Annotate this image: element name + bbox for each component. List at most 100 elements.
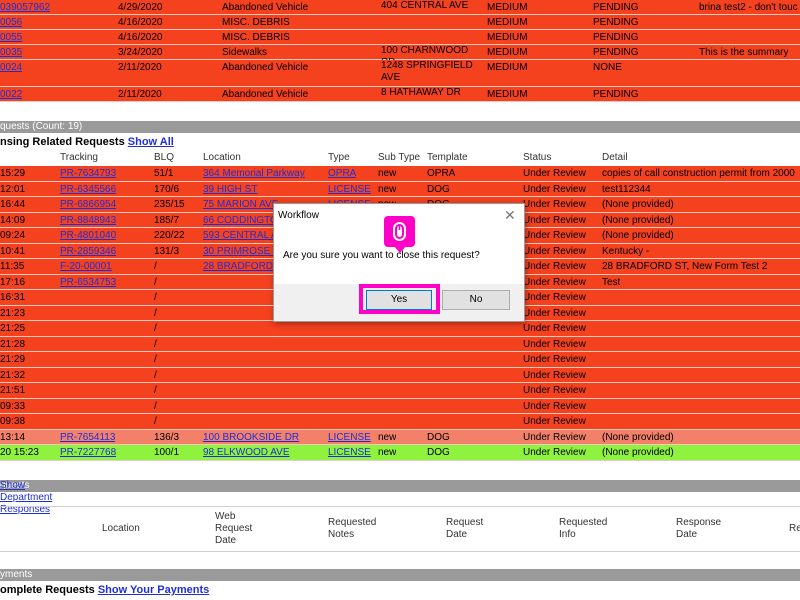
request-row[interactable]: 09:38 / Under Review (0, 414, 800, 430)
row-location[interactable]: 100 BROOKSIDE DR (203, 430, 313, 445)
col-detail[interactable]: Detail (602, 152, 628, 163)
show-all-link[interactable]: Show All (128, 136, 174, 148)
row-blq: / (154, 354, 157, 365)
row-status: Under Review (523, 369, 586, 381)
resp-col-response-date[interactable]: Response Date (676, 517, 736, 541)
col-tracking[interactable]: Tracking (60, 152, 98, 163)
request-row[interactable]: 21:29 / Under Review (0, 352, 800, 368)
row-status: Under Review (523, 416, 586, 427)
resp-col-location[interactable]: Location (102, 523, 140, 534)
row-type[interactable]: OPRA (328, 166, 356, 181)
resp-col-request-date[interactable]: Request Date (446, 517, 496, 541)
top-table-row[interactable]: 0056 4/16/2020 MISC. DEBRIS MEDIUM PENDING (0, 15, 800, 30)
request-row[interactable]: 21:32 / Under Review (0, 367, 800, 383)
row-time: 10:41 (0, 245, 26, 257)
row-blq: / (154, 338, 157, 350)
request-row[interactable]: 13:14 PR-7654113 136/3 100 BROOKSIDE DR LICE… (0, 429, 800, 445)
row-tracking[interactable]: PR-6534753 (60, 275, 116, 290)
request-row[interactable]: 21:25 / Under Review (0, 321, 800, 337)
row-blq: / (154, 385, 157, 396)
resp-col-requested-info[interactable]: Requested Info (559, 517, 619, 541)
request-id[interactable]: 039057962 (0, 0, 50, 15)
request-id[interactable]: 0022 (0, 87, 22, 102)
top-table-row[interactable]: 0024 2/11/2020 Abandoned Vehicle 1248 SPRIN… (0, 60, 800, 87)
row-status: Under Review (523, 292, 586, 303)
row-blq: 136/3 (154, 431, 180, 443)
col-location[interactable]: Location (203, 152, 241, 163)
row-blq: 185/7 (154, 214, 180, 226)
top-table-row[interactable]: 039057962 4/29/2020 Abandoned Vehicle 404 C… (0, 0, 800, 15)
row-location[interactable]: 364 Memorial Parkway (203, 166, 313, 181)
request-status: PENDING (593, 32, 639, 43)
request-row[interactable]: 15:29 PR-7634793 51/1 364 Memorial Parkway O… (0, 166, 800, 182)
row-tracking[interactable]: PR-6345566 (60, 182, 116, 197)
resp-col-web-request-date[interactable]: Web Request Date (215, 511, 275, 547)
row-blq: / (154, 292, 157, 303)
request-status: PENDING (593, 47, 639, 58)
show-your-payments-link[interactable]: Show Your Payments (98, 584, 209, 596)
row-status: Under Review (523, 431, 586, 443)
row-time: 21:51 (0, 385, 26, 396)
row-time: 14:09 (0, 214, 26, 226)
row-location[interactable]: 98 ELKWOOD AVE (203, 445, 313, 460)
row-tracking[interactable]: PR-2859346 (60, 244, 116, 259)
row-tracking[interactable]: PR-7634793 (60, 166, 116, 181)
request-status: NONE (593, 62, 622, 73)
row-detail: copies of call construction permit from … (602, 168, 795, 179)
row-status: Under Review (523, 230, 586, 241)
show-department-responses-link[interactable]: Show Department Responses (0, 480, 52, 516)
related-requests-label: nsing Related Requests (0, 136, 125, 148)
row-template: DOG (427, 183, 450, 195)
col-subtype[interactable]: Sub Type (378, 152, 420, 163)
row-time: 16:44 (0, 199, 26, 210)
row-tracking[interactable]: PR-8848943 (60, 213, 116, 228)
request-row[interactable]: 09:33 / Under Review (0, 398, 800, 414)
request-row[interactable]: 21:28 / Under Review (0, 336, 800, 352)
payments-title: yments (0, 569, 33, 580)
resp-col-requested-notes[interactable]: Requested Notes (328, 517, 388, 541)
row-tracking[interactable]: PR-4801040 (60, 228, 116, 243)
row-type[interactable]: LICENSE (328, 182, 371, 197)
row-blq: 100/1 (154, 447, 180, 458)
complete-requests-title: omplete Requests Show Your Payments (0, 584, 209, 596)
col-status[interactable]: Status (523, 152, 551, 163)
row-type[interactable]: LICENSE (328, 430, 371, 445)
request-priority: MEDIUM (487, 89, 528, 100)
request-id[interactable]: 0055 (0, 30, 22, 45)
resp-col-re[interactable]: Re (789, 523, 800, 534)
close-icon[interactable]: ✕ (504, 207, 516, 224)
row-location[interactable]: 39 HIGH ST (203, 182, 313, 197)
top-table-row[interactable]: 0055 4/16/2020 MISC. DEBRIS MEDIUM PENDING (0, 30, 800, 45)
row-status: Under Review (523, 183, 586, 195)
request-row[interactable]: 21:51 / Under Review (0, 383, 800, 399)
row-time: 21:29 (0, 354, 26, 365)
no-button[interactable]: No (442, 290, 510, 310)
row-tracking[interactable]: PR-6866954 (60, 197, 116, 212)
top-table-row[interactable]: 0022 2/11/2020 Abandoned Vehicle 8 HATHAWAY… (0, 87, 800, 102)
responses-section-header: quests Responses Show Department Respons… (0, 480, 800, 515)
request-date: 3/24/2020 (118, 47, 163, 58)
row-time: 13:14 (0, 431, 26, 443)
row-tracking[interactable]: PR-7654113 (60, 430, 115, 445)
request-priority: MEDIUM (487, 47, 528, 58)
request-id[interactable]: 0056 (0, 15, 22, 30)
row-time: 21:23 (0, 307, 26, 319)
top-table-row[interactable]: 00353/24/2020Sidewalks100 CHARNWOOD RDME… (0, 45, 800, 68)
row-detail: (None provided) (602, 214, 674, 226)
row-blq: 131/3 (154, 245, 180, 257)
request-id[interactable]: 0035 (0, 45, 22, 60)
col-template[interactable]: Template (427, 152, 468, 163)
request-row[interactable]: 20 15:23 PR-7227768 100/1 98 ELKWOOD AVE LIC… (0, 445, 800, 461)
row-tracking[interactable]: PR-7227768 (60, 445, 116, 460)
row-subtype: new (378, 168, 397, 179)
col-blq[interactable]: BLQ (154, 152, 174, 163)
request-id[interactable]: 0024 (0, 60, 22, 75)
row-blq: 170/6 (154, 183, 180, 195)
request-priority: MEDIUM (487, 17, 528, 28)
row-tracking[interactable]: F-20-00001 (60, 259, 112, 274)
responses-bottom-divider (0, 551, 800, 552)
row-type[interactable]: LICENSE (328, 445, 371, 460)
row-status: Under Review (523, 323, 586, 334)
col-type[interactable]: Type (328, 152, 350, 163)
request-row[interactable]: 12:01 PR-6345566 170/6 39 HIGH ST LICENSE new… (0, 181, 800, 197)
